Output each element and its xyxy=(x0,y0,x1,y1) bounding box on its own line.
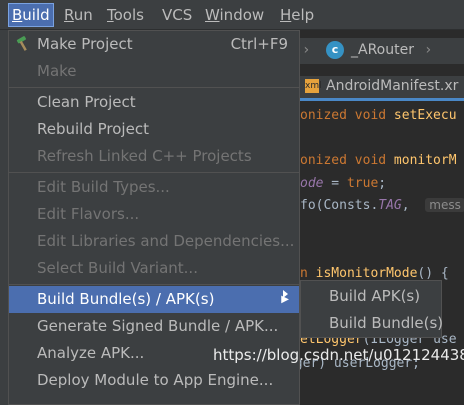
menu-item-label: Build Bundle(s) xyxy=(329,314,444,332)
code-text: () { xyxy=(417,266,449,281)
code-line: onized void setExecu xyxy=(300,108,457,123)
menu-item-label: Edit Build Types... xyxy=(37,178,170,196)
editor-tab-manifest[interactable]: xml AndroidManifest.xr xyxy=(300,76,464,101)
hammer-icon xyxy=(16,36,27,51)
menu-item-edit-libraries[interactable]: Edit Libraries and Dependencies... xyxy=(9,228,299,255)
xml-file-icon: xml xyxy=(305,79,322,93)
code-line: ode = true; xyxy=(300,176,386,191)
code-line: fo(Consts.TAG, mess xyxy=(300,198,464,213)
shortcut-label: Ctrl+F9 xyxy=(230,35,288,53)
breadcrumb-class[interactable]: _ARouter xyxy=(351,42,414,58)
mouse-pointer-icon xyxy=(283,290,288,298)
menu-help[interactable]: Help xyxy=(277,4,317,26)
watermark: https://blog.csdn.net/u012124438 xyxy=(213,346,464,364)
menu-item-make[interactable]: Make xyxy=(9,58,299,85)
menu-tools[interactable]: Tools xyxy=(104,4,147,26)
menu-item-label: Refresh Linked C++ Projects xyxy=(37,147,252,165)
code-keyword: true xyxy=(346,176,379,191)
code-line: onized void monitorM xyxy=(300,153,457,168)
code-text: ; xyxy=(378,176,387,191)
menu-item-generate-signed[interactable]: Generate Signed Bundle / APK... xyxy=(9,313,299,340)
menu-item-build-apk[interactable]: Build APK(s) xyxy=(301,283,441,310)
menu-bar: Build Run Tools VCS Window Help xyxy=(0,0,464,30)
menu-item-edit-flavors[interactable]: Edit Flavors... xyxy=(9,201,299,228)
code-field: TAG xyxy=(378,198,402,213)
tool-window-strip xyxy=(0,30,8,405)
code-line: n isMonitorMode() { xyxy=(300,266,449,281)
breadcrumb-separator: › xyxy=(302,42,311,58)
menu-build[interactable]: Build xyxy=(8,3,54,27)
menu-item-select-build-variant[interactable]: Select Build Variant... xyxy=(9,255,299,282)
code-keyword: n xyxy=(300,266,308,281)
code-text: fo(Consts. xyxy=(300,198,379,213)
menu-item-deploy-app-engine[interactable]: Deploy Module to App Engine... xyxy=(9,367,299,394)
code-text: = xyxy=(323,176,347,191)
menu-separator xyxy=(9,87,299,88)
menu-item-label: Rebuild Project xyxy=(37,120,149,138)
menu-item-label: Clean Project xyxy=(37,93,136,111)
code-field: ode xyxy=(300,176,324,191)
code-keyword: onized void xyxy=(300,108,387,123)
code-keyword: onized void xyxy=(300,153,387,168)
menu-item-label: Select Build Variant... xyxy=(37,259,198,277)
navigation-bar: › c _ARouter › xyxy=(300,38,464,64)
menu-item-label: Edit Libraries and Dependencies... xyxy=(37,232,295,250)
menu-item-clean-project[interactable]: Clean Project xyxy=(9,89,299,116)
menu-item-label: Build Bundle(s) / APK(s) xyxy=(37,290,215,308)
menu-item-label: Generate Signed Bundle / APK... xyxy=(37,317,279,335)
menu-item-label: Deploy Module to App Engine... xyxy=(37,371,274,389)
parameter-hint: mess xyxy=(425,198,464,212)
menu-item-label: Make Project xyxy=(37,35,133,53)
tab-title: AndroidManifest.xr xyxy=(326,78,459,94)
menu-item-label: Build APK(s) xyxy=(329,287,421,305)
menu-item-refresh-linked-cpp[interactable]: Refresh Linked C++ Projects xyxy=(9,143,299,170)
menu-window[interactable]: Window xyxy=(202,4,267,26)
code-function: monitorM xyxy=(386,153,457,168)
menu-separator xyxy=(9,172,299,173)
code-function: isMonitorMode xyxy=(307,266,418,281)
menu-item-rebuild-project[interactable]: Rebuild Project xyxy=(9,116,299,143)
code-function: setExecu xyxy=(386,108,457,123)
class-icon: c xyxy=(326,41,344,59)
code-text: , xyxy=(401,198,410,213)
build-bundle-submenu: Build APK(s) Build Bundle(s) xyxy=(300,280,444,338)
menu-item-label: Analyze APK... xyxy=(37,344,145,362)
menu-separator xyxy=(9,284,299,285)
menu-run[interactable]: Run xyxy=(61,4,96,26)
menu-item-label: Make xyxy=(37,62,77,80)
menu-item-build-bundle-apk[interactable]: Build Bundle(s) / APK(s) ▶ xyxy=(9,286,299,313)
menu-item-build-bundle[interactable]: Build Bundle(s) xyxy=(301,310,444,337)
menu-item-edit-build-types[interactable]: Edit Build Types... xyxy=(9,174,299,201)
menu-vcs[interactable]: VCS xyxy=(159,4,195,26)
menu-item-make-project[interactable]: Make Project Ctrl+F9 xyxy=(9,31,299,58)
breadcrumb-separator: › xyxy=(424,42,433,58)
menu-item-label: Edit Flavors... xyxy=(37,205,140,223)
